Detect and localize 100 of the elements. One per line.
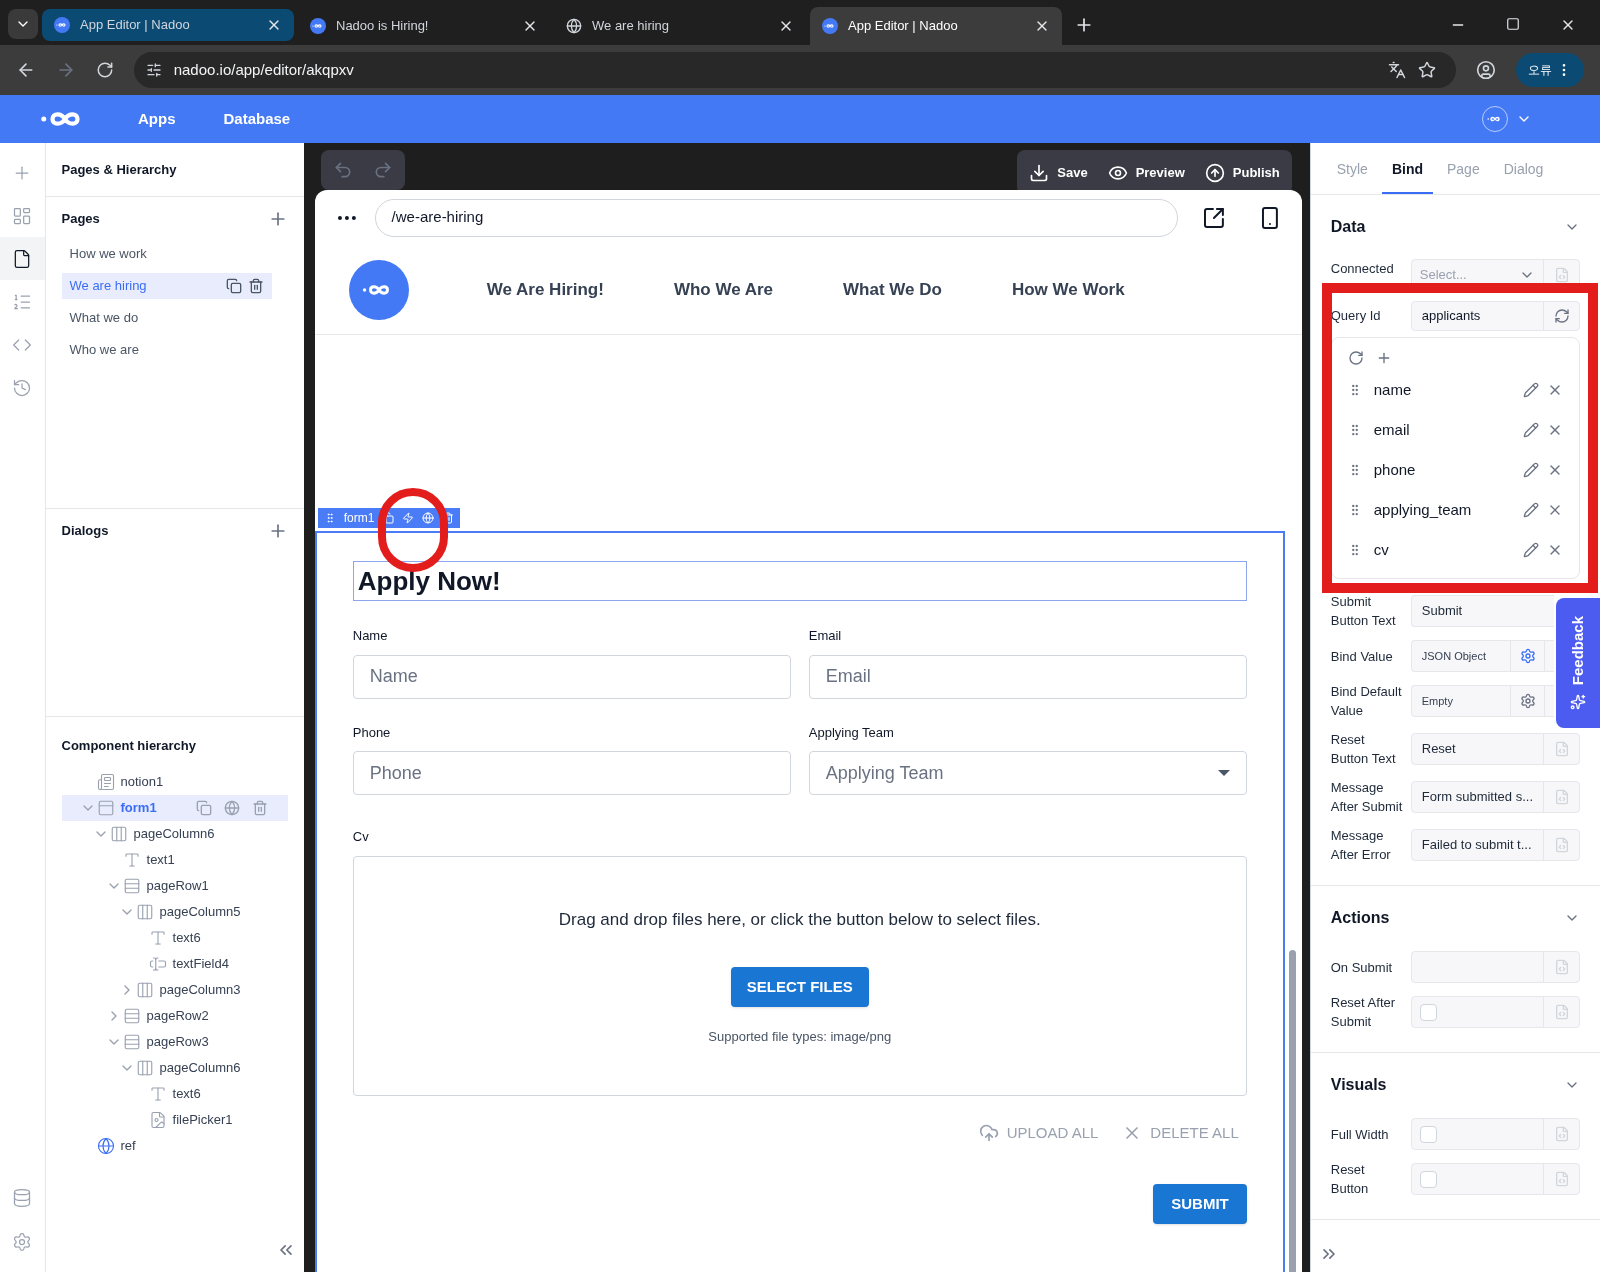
edit-icon[interactable] bbox=[1523, 462, 1539, 478]
panel-tab[interactable]: Bind bbox=[1381, 159, 1433, 194]
property-label: Reset Button Text bbox=[1330, 731, 1397, 768]
undo-icon[interactable] bbox=[332, 160, 353, 180]
page-item[interactable]: We are hiring bbox=[61, 273, 272, 299]
tree-item[interactable]: pageColumn3 bbox=[61, 977, 288, 1003]
property-field[interactable]: Reset bbox=[1410, 733, 1580, 765]
property-field[interactable] bbox=[1410, 951, 1580, 983]
browser-tab[interactable]: Nadoo is Hiring! bbox=[298, 7, 550, 45]
property-field[interactable]: Submit bbox=[1410, 595, 1554, 627]
tab-list-button[interactable] bbox=[8, 9, 38, 39]
translate-icon[interactable] bbox=[1388, 61, 1407, 79]
tree-item[interactable]: text1 bbox=[61, 847, 288, 873]
property-field[interactable]: JSON Object bbox=[1410, 640, 1554, 672]
toolbar-button[interactable]: Preview bbox=[1107, 162, 1185, 183]
field-label: Email bbox=[808, 627, 843, 645]
tree-item[interactable]: pageRow3 bbox=[61, 1029, 288, 1055]
settings-icon[interactable] bbox=[1519, 693, 1536, 709]
tree-item[interactable]: notion1 bbox=[61, 769, 288, 795]
tree-label: ref bbox=[120, 1137, 136, 1156]
site-nav-link[interactable]: We Are Hiring! bbox=[486, 276, 604, 303]
form-container[interactable] bbox=[314, 531, 1285, 1272]
star-icon[interactable] bbox=[1418, 61, 1437, 79]
settings-icon[interactable] bbox=[1519, 648, 1536, 664]
maximize-icon[interactable] bbox=[1506, 17, 1520, 31]
property-field[interactable]: Form submitted s... bbox=[1410, 781, 1580, 813]
query-field[interactable]: applicants bbox=[1410, 301, 1580, 331]
section-heading: Component hierarchy bbox=[61, 738, 196, 753]
rows-icon bbox=[122, 1007, 141, 1025]
property-label: Bind Value bbox=[1330, 647, 1394, 666]
edit-icon[interactable] bbox=[1523, 422, 1539, 438]
delete-icon[interactable] bbox=[247, 278, 264, 294]
text-field[interactable]: Phone bbox=[352, 751, 791, 795]
component-tag[interactable]: form1 bbox=[317, 508, 461, 528]
tree-item[interactable]: text6 bbox=[61, 1081, 288, 1107]
rows-icon bbox=[122, 877, 141, 895]
globe-icon bbox=[96, 1137, 115, 1155]
database-icon[interactable] bbox=[12, 1188, 33, 1208]
reload-icon[interactable] bbox=[95, 61, 114, 79]
logo-icon bbox=[312, 22, 324, 30]
browser-tab[interactable]: We are hiring bbox=[554, 7, 806, 45]
columns-icon bbox=[135, 1059, 154, 1077]
site-nav-link[interactable]: What We Do bbox=[843, 276, 942, 303]
text-field[interactable]: Name bbox=[352, 654, 791, 699]
page-item[interactable]: Who we are bbox=[61, 337, 272, 363]
nav-link[interactable]: Apps bbox=[138, 107, 176, 131]
checkbox[interactable] bbox=[1419, 1003, 1437, 1021]
select-field[interactable]: Applying Team bbox=[808, 751, 1247, 795]
edit-icon[interactable] bbox=[1523, 382, 1539, 398]
rail-button[interactable] bbox=[0, 237, 45, 280]
profile-icon[interactable] bbox=[1476, 60, 1496, 80]
checkbox[interactable] bbox=[1419, 1170, 1437, 1188]
tree-item[interactable]: filePicker1 bbox=[61, 1107, 288, 1133]
form-title[interactable]: Apply Now! bbox=[352, 561, 1247, 601]
copy-icon[interactable] bbox=[225, 278, 242, 294]
site-nav-link[interactable]: How We Work bbox=[1011, 276, 1125, 303]
tree-label: pageRow3 bbox=[146, 1033, 209, 1052]
page-item[interactable]: What we do bbox=[61, 305, 272, 331]
drop-zone[interactable]: Drag and drop files here, or click the button below to select files. SELECT FILES Supported file types: image/png bbox=[352, 855, 1247, 1096]
section-heading: Pages bbox=[61, 210, 100, 229]
property-field[interactable]: Empty bbox=[1410, 685, 1554, 717]
submit-button[interactable]: SUBMIT bbox=[1153, 1184, 1247, 1224]
settings-icon[interactable] bbox=[12, 1232, 33, 1252]
address-bar[interactable]: nadoo.io/app/editor/akqpxv bbox=[133, 52, 1457, 88]
document-icon bbox=[96, 773, 115, 791]
edit-icon[interactable] bbox=[1523, 542, 1539, 558]
tree-item[interactable]: pageColumn5 bbox=[61, 899, 288, 925]
property-label: Connected bbox=[1330, 260, 1395, 278]
select-files-button[interactable]: SELECT FILES bbox=[730, 967, 869, 1007]
browser-tab[interactable]: App Editor | Nadoo bbox=[810, 7, 1062, 45]
section-heading: Data bbox=[1330, 217, 1366, 237]
feedback-tab[interactable]: Feedback bbox=[1556, 598, 1600, 728]
external-link-icon[interactable] bbox=[1202, 205, 1226, 230]
profile-button[interactable]: 오류 bbox=[1516, 53, 1584, 87]
tree-label: pageRow2 bbox=[146, 1007, 209, 1026]
edit-icon[interactable] bbox=[1523, 502, 1539, 518]
toolbar-button[interactable]: Publish bbox=[1204, 162, 1280, 183]
tree-item[interactable]: text6 bbox=[61, 925, 288, 951]
property-field[interactable]: Failed to submit t... bbox=[1410, 829, 1580, 861]
scrollbar-thumb[interactable] bbox=[1288, 950, 1296, 1272]
nav-link[interactable]: Database bbox=[223, 107, 291, 131]
browser-tab[interactable]: App Editor | Nadoo bbox=[42, 9, 294, 41]
column-name: applying_team bbox=[1373, 499, 1473, 520]
tab-title: App Editor | Nadoo bbox=[848, 17, 959, 36]
tree-item[interactable]: ref bbox=[61, 1133, 288, 1159]
refresh-icon[interactable] bbox=[1553, 308, 1570, 324]
tree-item[interactable]: pageRow1 bbox=[61, 873, 288, 899]
text-icon bbox=[148, 1085, 167, 1103]
checkbox[interactable] bbox=[1419, 1125, 1437, 1143]
field-label: Applying Team bbox=[808, 723, 895, 742]
site-nav-link[interactable]: Who We Are bbox=[673, 276, 774, 303]
tree-item[interactable]: pageRow2 bbox=[61, 1003, 288, 1029]
tree-item[interactable]: pageColumn6 bbox=[61, 1055, 288, 1081]
page-item[interactable]: How we work bbox=[61, 241, 272, 267]
tree-item[interactable]: pageColumn6 bbox=[61, 821, 288, 847]
tree-item[interactable]: textField4 bbox=[61, 951, 288, 977]
toolbar-button[interactable]: Save bbox=[1029, 162, 1088, 183]
refresh-icon[interactable] bbox=[1347, 350, 1364, 366]
layout-icon bbox=[12, 205, 33, 226]
text-field[interactable]: Email bbox=[808, 654, 1247, 699]
